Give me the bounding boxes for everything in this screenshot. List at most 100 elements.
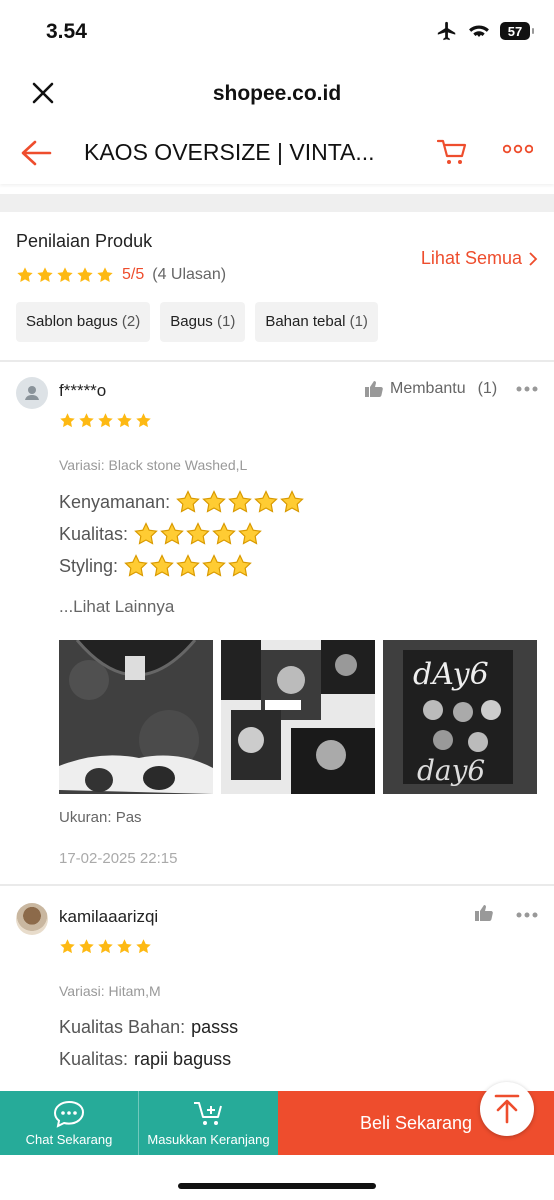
helpful-label: Membantu — [390, 380, 466, 397]
review-photo[interactable] — [59, 640, 213, 794]
star-icon — [98, 939, 113, 954]
page-title: KAOS OVERSIZE | VINTA... — [84, 139, 375, 165]
helpful-count: (1) — [477, 380, 498, 397]
avatar — [16, 903, 48, 935]
user-icon — [25, 386, 39, 400]
chip-bahan-tebal[interactable]: Bahan tebal (1) — [255, 302, 378, 342]
review-username: kamilaaarizqi — [59, 907, 159, 926]
add-to-cart-button[interactable]: Masukkan Keranjang — [139, 1091, 278, 1155]
star-icon — [117, 413, 132, 428]
page-header: KAOS OVERSIZE | VINTA... — [0, 122, 554, 184]
airplane-icon — [437, 21, 456, 41]
attribute-label: Kualitas: — [59, 523, 129, 544]
browser-domain: shopee.co.id — [212, 82, 342, 105]
chip-label: Bahan tebal — [265, 313, 346, 330]
attribute-label: Styling: — [59, 555, 119, 576]
review-size: Ukuran: Pas — [59, 809, 142, 826]
chip-sablon-bagus[interactable]: Sablon bagus (2) — [16, 302, 151, 342]
review-item: f*****o Membantu (1) Variasi: Black ston… — [0, 362, 554, 884]
chip-label: Sablon bagus — [26, 313, 118, 330]
battery-icon: 57 — [500, 22, 534, 40]
rating-filter-chips: Sablon bagus (2) Bagus (1) Bahan tebal (… — [16, 302, 378, 342]
scroll-to-top-button[interactable] — [480, 1082, 534, 1136]
review-attribute: Kenyamanan: — [59, 490, 304, 514]
see-all-link[interactable]: Lihat Semua — [421, 248, 538, 269]
star-icon — [136, 939, 151, 954]
review-photo[interactable] — [221, 640, 375, 794]
rating-count: (4 Ulasan) — [152, 266, 227, 283]
cart-icon[interactable] — [437, 138, 467, 166]
attribute-label: Kualitas: — [59, 1049, 129, 1069]
rating-summary: Penilaian Produk Lihat Semua 5/5 (4 Ulas… — [0, 212, 554, 362]
back-arrow-icon[interactable] — [20, 138, 52, 168]
review-attribute: Kualitas Bahan: passs — [59, 1017, 238, 1038]
chip-label: Bagus — [170, 313, 213, 330]
more-icon[interactable] — [516, 912, 538, 918]
see-more-link[interactable]: ...Lihat Lainnya — [59, 597, 174, 617]
star-icon — [60, 413, 75, 428]
attribute-stars — [124, 554, 252, 578]
attribute-stars — [134, 522, 262, 546]
helpful-button[interactable]: Membantu (1) — [364, 380, 497, 398]
thumbs-up-icon — [365, 381, 383, 397]
chat-button[interactable]: Chat Sekarang — [0, 1091, 139, 1155]
review-attribute: Kualitas: — [59, 522, 262, 546]
more-icon[interactable] — [503, 144, 533, 154]
arrow-up-icon — [494, 1094, 520, 1124]
star-icon — [97, 267, 113, 282]
add-cart-label: Masukkan Keranjang — [147, 1131, 270, 1147]
star-emoji-icon — [176, 554, 200, 577]
add-cart-icon — [193, 1101, 222, 1125]
review-variant: Variasi: Hitam,M — [59, 983, 161, 999]
attribute-stars — [176, 490, 304, 514]
chip-count: (2) — [121, 313, 141, 330]
star-icon — [77, 267, 93, 282]
star-emoji-icon — [280, 490, 304, 513]
rating-stars-row: 5/5 (4 Ulasan) — [16, 266, 226, 284]
review-attribute: Styling: — [59, 554, 252, 578]
review-attribute: Kualitas: rapii baguss — [59, 1049, 231, 1070]
chip-bagus[interactable]: Bagus (1) — [160, 302, 246, 342]
star-icon — [136, 413, 151, 428]
star-icon — [98, 413, 113, 428]
rating-stars — [16, 266, 114, 284]
review-photo[interactable]: dAy6 day6 — [383, 640, 537, 794]
home-indicator — [178, 1183, 376, 1189]
star-emoji-icon — [212, 522, 236, 545]
star-emoji-icon — [186, 522, 210, 545]
star-emoji-icon — [202, 490, 226, 513]
review-username: f*****o — [59, 381, 107, 400]
thumbs-up-icon[interactable] — [474, 904, 494, 922]
see-all-label: Lihat Semua — [420, 248, 522, 268]
star-emoji-icon — [202, 554, 226, 577]
star-icon — [79, 939, 94, 954]
status-icons: 57 — [436, 20, 534, 42]
review-item: kamilaaarizqi Variasi: Hitam,M Kualitas … — [0, 886, 554, 1091]
star-emoji-icon — [160, 522, 184, 545]
star-emoji-icon — [150, 554, 174, 577]
chevron-right-icon — [529, 251, 538, 266]
review-photos: dAy6 day6 — [59, 640, 537, 794]
chip-count: (1) — [349, 313, 368, 330]
status-bar: 3.54 57 — [0, 0, 554, 66]
buy-now-label: Beli Sekarang — [359, 1112, 473, 1133]
chip-count: (1) — [216, 313, 236, 330]
star-emoji-icon — [134, 522, 158, 545]
star-emoji-icon — [124, 554, 148, 577]
attribute-label: Kenyamanan: — [59, 491, 171, 512]
svg-text:dAy6: dAy6 — [413, 657, 489, 692]
chat-icon — [53, 1100, 85, 1128]
rating-score: 5/5 — [122, 266, 145, 283]
wifi-icon — [469, 25, 489, 37]
review-stars — [59, 412, 152, 429]
star-icon — [37, 267, 53, 282]
more-icon[interactable] — [516, 386, 538, 392]
section-separator — [0, 194, 554, 212]
chat-label: Chat Sekarang — [25, 1131, 113, 1147]
review-variant: Variasi: Black stone Washed,L — [59, 457, 248, 473]
bottom-action-bar: Chat Sekarang Masukkan Keranjang Beli Se… — [0, 1091, 554, 1155]
review-date: 17-02-2025 22:15 — [59, 850, 178, 867]
star-icon — [117, 939, 132, 954]
attribute-value: rapii baguss — [134, 1049, 232, 1069]
attribute-label: Kualitas Bahan: — [59, 1017, 186, 1037]
